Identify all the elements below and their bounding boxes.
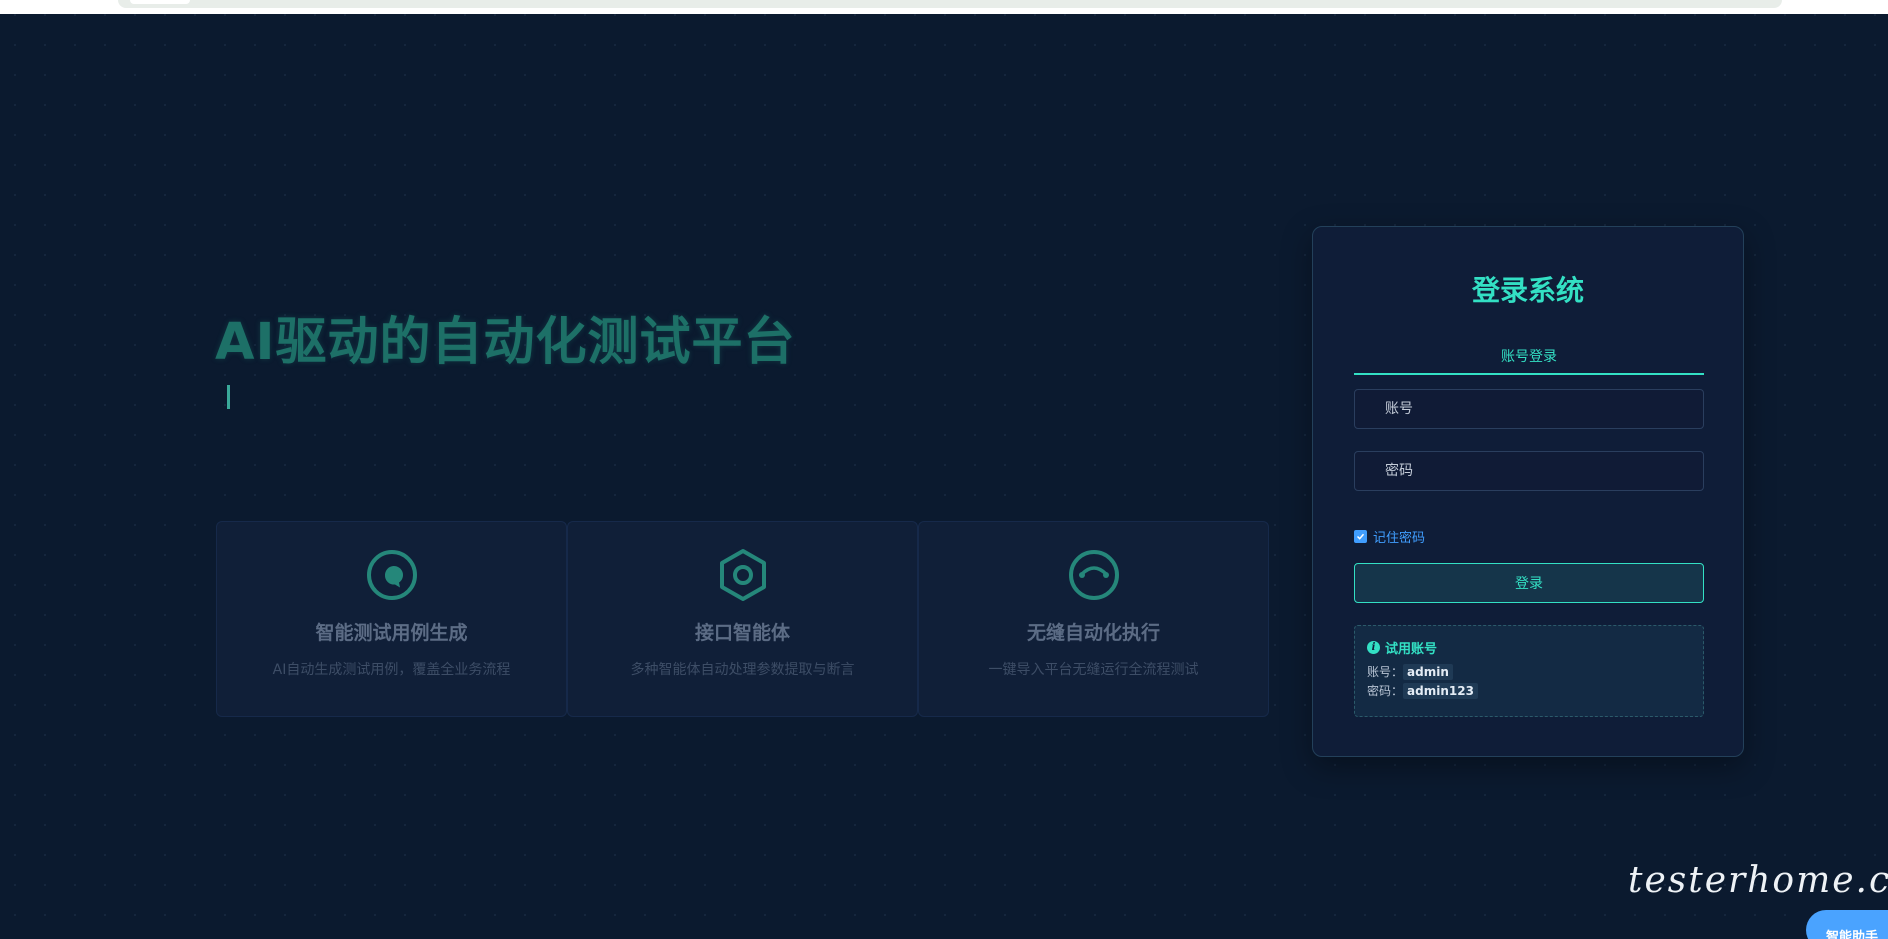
feature-title: 无缝自动化执行 bbox=[1026, 622, 1160, 644]
remember-checkbox[interactable] bbox=[1354, 530, 1367, 543]
trial-header: i 试用账号 bbox=[1367, 638, 1691, 657]
login-card: 登录系统 账号登录 记住密码 登录 i 试用账号 账号： admin bbox=[1312, 226, 1744, 757]
trial-account-label: 账号： bbox=[1367, 665, 1404, 679]
check-icon bbox=[1356, 533, 1365, 540]
feature-card-test-case: 智能测试用例生成 AI自动生成测试用例，覆盖全业务流程 bbox=[216, 521, 567, 717]
browser-tab bbox=[130, 0, 190, 4]
tab-label: 账号登录 bbox=[1501, 349, 1557, 365]
trial-title: 试用账号 bbox=[1385, 642, 1438, 657]
trial-account-value: admin bbox=[1403, 663, 1453, 680]
feature-desc: 多种智能体自动处理参数提取与断言 bbox=[630, 662, 855, 678]
trial-account-line: 账号： admin bbox=[1367, 663, 1691, 680]
feature-desc: AI自动生成测试用例，覆盖全业务流程 bbox=[272, 662, 511, 678]
hexagon-nut-icon bbox=[719, 549, 766, 601]
login-page: AI驱动的自动化测试平台 智能测试用例生成 AI自动生成测试用例，覆盖全业务流程… bbox=[0, 0, 1888, 939]
login-button[interactable]: 登录 bbox=[1354, 563, 1704, 603]
feature-title: 智能测试用例生成 bbox=[315, 622, 468, 644]
trial-password-label: 密码： bbox=[1367, 684, 1404, 698]
ai-assistant-button[interactable]: 智能助手 bbox=[1806, 910, 1888, 939]
feature-title: 接口智能体 bbox=[694, 622, 790, 644]
feature-list: 智能测试用例生成 AI自动生成测试用例，覆盖全业务流程 接口智能体 多种智能体自… bbox=[216, 521, 1269, 717]
info-icon: i bbox=[1367, 641, 1380, 654]
watermark: testerhome.com bbox=[1628, 860, 1888, 901]
password-input[interactable] bbox=[1354, 451, 1704, 491]
chat-bubble-icon bbox=[366, 550, 417, 600]
trial-password-value: admin123 bbox=[1403, 682, 1478, 699]
login-title: 登录系统 bbox=[1471, 274, 1584, 307]
hero-title: AI驱动的自动化测试平台 bbox=[215, 313, 796, 372]
account-input[interactable] bbox=[1354, 389, 1704, 429]
tab-account-login[interactable]: 账号登录 bbox=[1354, 343, 1704, 375]
feature-card-automation: 无缝自动化执行 一键导入平台无缝运行全流程测试 bbox=[918, 521, 1269, 717]
browser-top-strip bbox=[0, 0, 1888, 14]
feature-desc: 一键导入平台无缝运行全流程测试 bbox=[988, 662, 1199, 678]
remember-password[interactable]: 记住密码 bbox=[1354, 527, 1425, 546]
typing-cursor bbox=[227, 385, 230, 409]
automation-cycle-icon bbox=[1068, 550, 1119, 600]
trial-password-line: 密码： admin123 bbox=[1367, 682, 1691, 699]
remember-label: 记住密码 bbox=[1373, 531, 1426, 546]
trial-account-box: i 试用账号 账号： admin 密码： admin123 bbox=[1354, 625, 1704, 717]
feature-card-api-agent: 接口智能体 多种智能体自动处理参数提取与断言 bbox=[567, 521, 918, 717]
watermark-text: testerhome.com bbox=[1628, 860, 1888, 901]
browser-address-bar bbox=[118, 0, 1782, 8]
